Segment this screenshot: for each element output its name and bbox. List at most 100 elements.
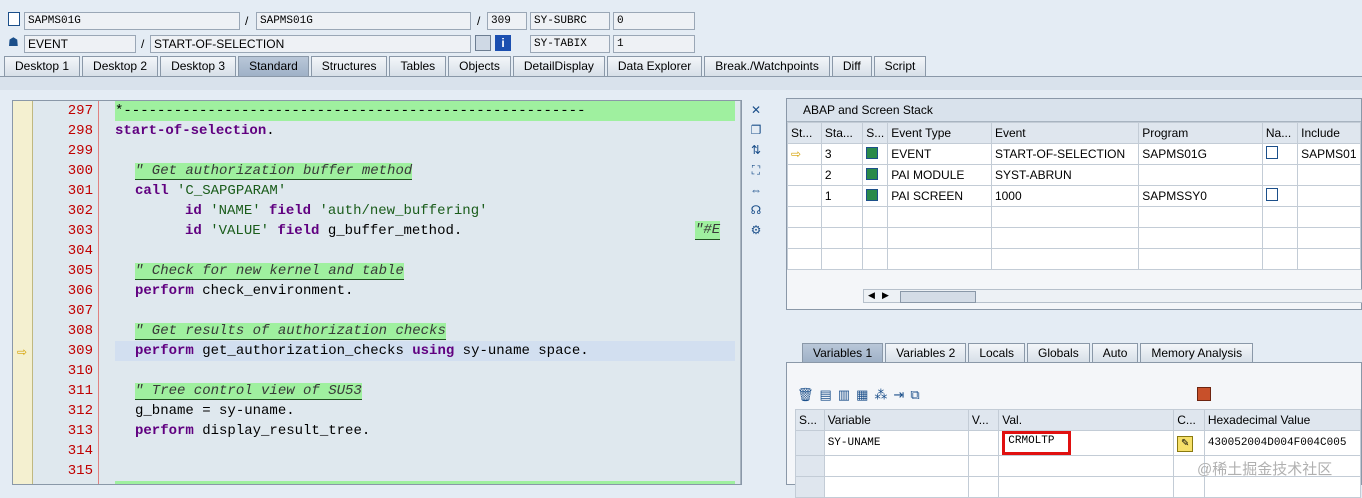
tab-diff[interactable]: Diff [831, 56, 872, 76]
code-line[interactable] [115, 301, 735, 321]
stack-column-header[interactable]: Include [1297, 122, 1361, 144]
stack-column-header[interactable]: Na... [1261, 122, 1299, 144]
document-icon[interactable] [1265, 146, 1278, 159]
code-line[interactable]: call 'C_SAPGPARAM' [115, 181, 735, 201]
tab-memory-analysis[interactable]: Memory Analysis [1140, 343, 1254, 362]
code-line[interactable] [115, 141, 735, 161]
export-icon[interactable]: ▦ [856, 387, 868, 403]
tab-detaildisplay[interactable]: DetailDisplay [512, 56, 605, 76]
code-line[interactable]: g_bname = sy-uname. [115, 401, 735, 421]
tab-globals[interactable]: Globals [1027, 343, 1090, 362]
editor-vertical-scrollbar[interactable]: ▲ ▼ [740, 101, 741, 484]
tab-variables-2[interactable]: Variables 2 [885, 343, 967, 362]
new-window-icon[interactable]: ❐ [748, 122, 764, 138]
load-list-icon[interactable]: ▥ [838, 387, 850, 403]
variable-empty-cell[interactable] [795, 476, 825, 498]
display-icon[interactable] [475, 35, 491, 51]
variable-empty-cell[interactable] [967, 476, 1000, 498]
tab-structures[interactable]: Structures [310, 56, 388, 76]
code-line[interactable]: perform display_result_tree. [115, 421, 735, 441]
main-program-field[interactable]: SAPMS01G [24, 12, 240, 30]
tab-standard[interactable]: Standard [238, 56, 309, 76]
tab-desktop-3[interactable]: Desktop 3 [160, 56, 237, 76]
tab-objects[interactable]: Objects [448, 56, 511, 76]
stack-horizontal-scrollbar[interactable]: ◀ ▶ [863, 289, 1362, 303]
tab-locals[interactable]: Locals [968, 343, 1025, 362]
tab-tables[interactable]: Tables [389, 56, 447, 76]
variable-empty-cell[interactable] [967, 455, 1000, 477]
code-line[interactable]: id 'VALUE' field g_buffer_method. [115, 221, 735, 241]
variable-fastdisplay-icon[interactable]: ⁂ [874, 387, 887, 403]
save-list-icon[interactable]: ▤ [820, 387, 832, 403]
pencil-icon[interactable]: ✎ [1177, 435, 1194, 452]
delete-icon[interactable]: 🗑 [797, 387, 814, 403]
variable-empty-cell[interactable] [823, 476, 969, 498]
variable-column-header[interactable]: Val. [998, 409, 1175, 431]
code-line[interactable]: perform check_environment. [115, 281, 735, 301]
variable-empty-cell[interactable] [1203, 476, 1362, 498]
stack-column-header[interactable]: Event Type [887, 122, 992, 144]
code-line[interactable]: " Tree control view of SU53 [115, 381, 735, 401]
variable-row[interactable]: SY-UNAME CRMOLTP ✎ 430052004D004F004C005 [795, 430, 1362, 456]
variable-value-cell[interactable]: CRMOLTP [998, 430, 1175, 456]
scroll-left-icon[interactable]: ◀ [868, 290, 875, 301]
stack-row[interactable]: 1 PAI SCREEN 1000 SAPMSSY0 [787, 185, 1361, 207]
include-program-field[interactable]: SAPMS01G [256, 12, 471, 30]
tab-data-explorer[interactable]: Data Explorer [606, 56, 703, 76]
variable-column-header[interactable]: V... [967, 409, 1000, 431]
stack-row[interactable]: 2 PAI MODULE SYST-ABRUN [787, 164, 1361, 186]
tab-variables-1[interactable]: Variables 1 [802, 343, 884, 362]
code-line[interactable]: " Check for new kernel and table [115, 261, 735, 281]
change-cell[interactable]: ✎ [1173, 430, 1205, 456]
row-selector[interactable] [795, 430, 825, 456]
variable-empty-row[interactable] [795, 476, 1362, 498]
tab-break-watchpoints[interactable]: Break./Watchpoints [704, 56, 830, 76]
swap-panes-icon[interactable]: ⇅ [748, 142, 764, 158]
line-number-field[interactable]: 309 [487, 12, 527, 30]
close-icon[interactable]: ✕ [748, 102, 764, 118]
variable-empty-cell[interactable] [1173, 476, 1205, 498]
save-icon[interactable] [1197, 387, 1211, 401]
resize-horizontal-icon[interactable]: ⇔ [748, 182, 764, 198]
copy-icon[interactable]: ⧉ [910, 387, 919, 403]
scroll-thumb[interactable] [900, 291, 976, 303]
stack-row[interactable]: ⇨ 3 EVENT START-OF-SELECTION SAPMS01G SAPMS01 [787, 143, 1361, 165]
stack-column-header[interactable]: Event [990, 122, 1140, 144]
stack-column-header[interactable]: S... [862, 122, 889, 144]
scroll-right-icon[interactable]: ▶ [882, 290, 889, 301]
code-line[interactable] [115, 441, 735, 461]
code-line[interactable]: perform get_authorization_checks using s… [115, 341, 735, 361]
navigate-icon[interactable]: ⇥ [893, 387, 904, 403]
tab-auto[interactable]: Auto [1091, 343, 1139, 362]
variable-empty-cell[interactable] [998, 476, 1175, 498]
document-icon[interactable] [1265, 188, 1278, 201]
variable-empty-cell[interactable] [823, 455, 969, 477]
stack-column-header[interactable]: St... [787, 122, 822, 144]
maximize-icon[interactable]: ⛶ [748, 162, 764, 178]
code-line[interactable]: " Get results of authorization checks [115, 321, 735, 341]
variable-column-header[interactable]: Hexadecimal Value [1203, 409, 1362, 431]
stack-column-header[interactable]: Program [1138, 122, 1263, 144]
code-line[interactable]: " Get authorization buffer method [115, 161, 735, 181]
variable-empty-cell[interactable] [795, 455, 825, 477]
settings-icon[interactable]: ⚙ [748, 222, 764, 238]
tab-desktop-2[interactable]: Desktop 2 [82, 56, 159, 76]
tab-script[interactable]: Script [873, 56, 927, 76]
info-icon[interactable]: i [495, 35, 511, 51]
variable-name-input[interactable]: SY-UNAME [823, 430, 969, 456]
breakpoint-gutter[interactable] [13, 101, 33, 484]
variable-column-header[interactable]: Variable [823, 409, 969, 431]
variable-empty-cell[interactable] [998, 455, 1175, 477]
code-line[interactable]: start-of-selection. [115, 121, 735, 141]
tab-desktop-1[interactable]: Desktop 1 [4, 56, 81, 76]
code-line[interactable] [115, 241, 735, 261]
headset-icon[interactable]: ☊ [748, 202, 764, 218]
variable-column-header[interactable]: S... [795, 409, 825, 431]
code-line[interactable]: *---------------------------------------… [115, 101, 735, 121]
code-line[interactable] [115, 361, 735, 381]
variable-column-header[interactable]: C... [1173, 409, 1205, 431]
code-line[interactable]: id 'NAME' field 'auth/new_buffering' [115, 201, 735, 221]
stack-column-header[interactable]: Sta... [820, 122, 864, 144]
code-line[interactable] [115, 461, 735, 481]
source-code-editor[interactable]: ⇨ 297 *----------------------------------… [12, 100, 742, 485]
